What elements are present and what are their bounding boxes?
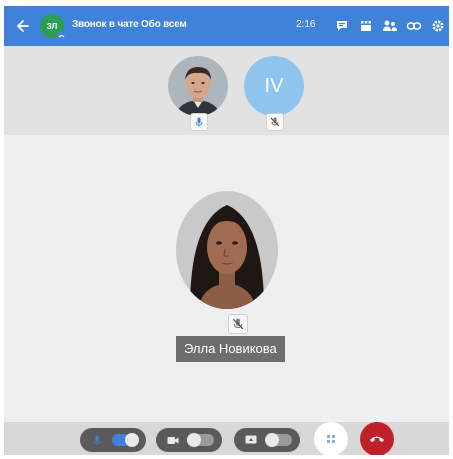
active-speaker-name: Элла Новикова xyxy=(176,336,285,362)
layout-button[interactable] xyxy=(314,422,348,455)
active-speaker-avatar xyxy=(176,191,278,309)
chat-avatar: ЗЛ xyxy=(40,14,66,40)
participants-icon[interactable] xyxy=(380,16,400,36)
hangup-button[interactable] xyxy=(360,422,394,455)
chat-avatar-initials: ЗЛ xyxy=(46,21,58,31)
microphone-off-icon xyxy=(270,117,280,127)
microphone-switch[interactable] xyxy=(112,433,139,447)
participant-mic-muted xyxy=(266,113,284,131)
call-header: ЗЛ Звонок в чате Обо всем 2:16 xyxy=(4,6,449,46)
screen-share-icon xyxy=(245,434,257,446)
link-icon[interactable] xyxy=(404,16,424,36)
participant-mic-on xyxy=(190,113,208,131)
chat-icon[interactable] xyxy=(332,16,352,36)
call-timer: 2:16 xyxy=(296,19,316,30)
back-button[interactable] xyxy=(10,14,34,38)
microphone-off-icon xyxy=(232,318,244,330)
screen-share-toggle[interactable] xyxy=(234,428,300,452)
call-phone-icon xyxy=(57,31,66,40)
man-photo xyxy=(168,56,228,116)
settings-gear-icon[interactable] xyxy=(428,16,448,36)
call-window: ЗЛ Звонок в чате Обо всем 2:16 IV Элла Н… xyxy=(4,6,449,455)
call-title: Звонок в чате Обо всем xyxy=(72,19,187,30)
layout-grid-icon xyxy=(327,435,335,443)
microphone-icon xyxy=(195,117,203,127)
camera-toggle[interactable] xyxy=(156,428,222,452)
call-controls-bar xyxy=(4,422,449,455)
microphone-icon xyxy=(91,434,103,446)
screen-share-switch[interactable] xyxy=(265,433,292,447)
microphone-toggle[interactable] xyxy=(80,428,146,452)
phone-hangup-icon xyxy=(370,436,384,442)
participant-thumb-man[interactable] xyxy=(168,56,228,116)
arrow-left-icon xyxy=(17,20,29,32)
participant-thumb-iv[interactable]: IV xyxy=(244,56,304,116)
camera-icon xyxy=(167,434,179,446)
grid-view-icon[interactable] xyxy=(356,16,376,36)
active-speaker-mic-muted xyxy=(228,314,248,334)
woman-photo xyxy=(176,191,278,309)
participant-initials: IV xyxy=(264,74,284,97)
participants-strip: IV xyxy=(4,46,449,135)
camera-switch[interactable] xyxy=(187,433,214,447)
